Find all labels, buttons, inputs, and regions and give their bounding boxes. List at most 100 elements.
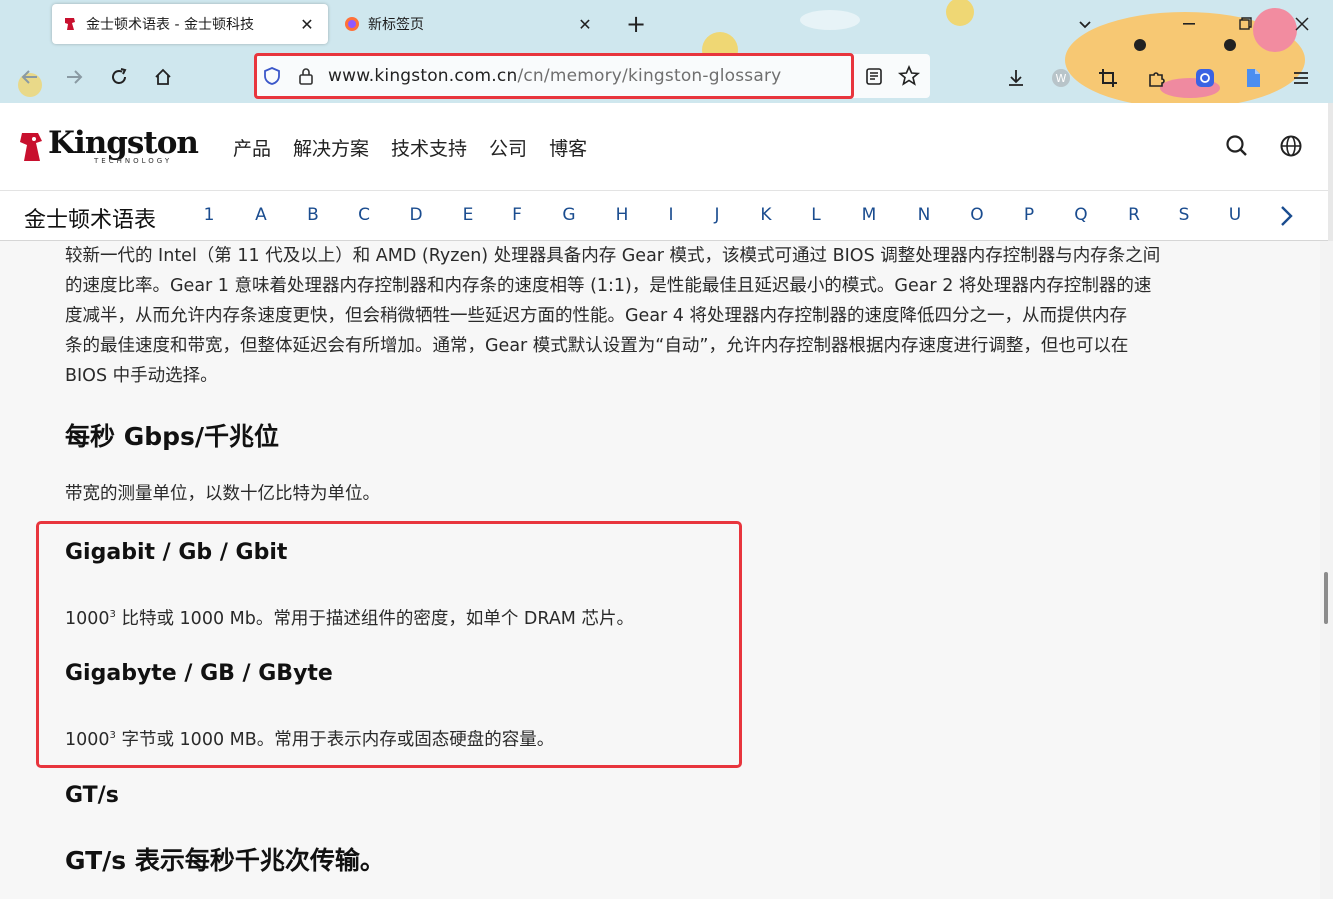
downloads-button[interactable] (1003, 65, 1029, 91)
home-button[interactable] (147, 61, 179, 93)
letter-link[interactable]: B (298, 205, 328, 225)
back-button[interactable] (14, 61, 46, 93)
letter-link[interactable]: H (607, 205, 637, 225)
download-icon (1009, 70, 1023, 86)
glossary-letter-bar: 金士顿术语表 1 A B C D E F G H I J K L M N O P… (0, 191, 1333, 241)
forward-button[interactable] (58, 61, 90, 93)
letter-link[interactable]: K (751, 205, 781, 225)
letter-link[interactable]: P (1014, 205, 1044, 225)
article-content: 较新一代的 Intel（第 11 代及以上）和 AMD (Ryzen) 处理器具… (0, 241, 1320, 899)
tab-title: 金士顿术语表 - 金士顿科技 (86, 17, 254, 33)
nav-item-support[interactable]: 技术支持 (391, 134, 467, 161)
main-nav: 产品 解决方案 技术支持 公司 博客 (233, 134, 587, 161)
tab-new-tab[interactable]: 新标签页 ✕ (334, 4, 606, 44)
reader-view-icon[interactable] (864, 66, 884, 86)
crop-icon (1099, 69, 1117, 87)
extension-w-button[interactable]: W (1048, 65, 1074, 91)
paragraph-line: 度减半，从而允许内存条速度更快，但会稍微牺牲一些延迟方面的性能。Gear 4 将… (65, 306, 1128, 326)
letter-link[interactable]: D (401, 205, 431, 225)
puzzle-icon (1149, 72, 1165, 87)
tab-kingston-glossary[interactable]: 金士顿术语表 - 金士顿科技 ✕ (52, 4, 328, 44)
close-icon[interactable]: ✕ (574, 13, 596, 35)
restore-button[interactable] (1230, 10, 1260, 38)
logo-subtext: TECHNOLOGY (94, 157, 173, 165)
reload-icon (112, 68, 127, 84)
minimize-icon (1183, 23, 1195, 25)
w-extension-icon: W (1052, 69, 1070, 87)
letter-link[interactable]: 1 (194, 205, 224, 225)
letter-link[interactable]: I (656, 205, 686, 225)
term-desc-gigabit: 10003 比特或 1000 Mb。常用于描述组件的密度，如单个 DRAM 芯片… (65, 600, 1265, 634)
term-heading-gigabit: Gigabit / Gb / Gbit (65, 540, 288, 565)
letter-link[interactable]: J (702, 205, 732, 225)
letter-link[interactable]: O (962, 205, 992, 225)
letter-link[interactable]: L (801, 205, 831, 225)
new-tab-button[interactable]: + (622, 10, 650, 38)
tab-title: 新标签页 (368, 17, 424, 33)
arrow-right-icon (67, 70, 83, 84)
nav-item-products[interactable]: 产品 (233, 134, 271, 161)
search-icon[interactable] (1224, 133, 1250, 159)
arrow-left-icon (21, 70, 37, 84)
firefox-icon (345, 17, 359, 31)
letter-link[interactable]: F (502, 205, 532, 225)
kingston-head-logo-icon (20, 133, 42, 161)
term-heading-gigabyte: Gigabyte / GB / GByte (65, 661, 333, 686)
letter-link[interactable]: S (1169, 205, 1199, 225)
letter-link[interactable]: Q (1066, 205, 1096, 225)
letter-link[interactable]: U (1220, 205, 1250, 225)
globe-icon[interactable] (1278, 133, 1304, 159)
close-icon[interactable]: ✕ (296, 13, 318, 35)
reload-button[interactable] (103, 61, 135, 93)
blue-extension-icon (1196, 69, 1214, 87)
scrollbar-thumb[interactable] (1324, 572, 1328, 624)
term-desc-gigabyte: 10003 字节或 1000 MB。常用于表示内存或固态硬盘的容量。 (65, 721, 1265, 755)
gigabyte-base: 1000 (65, 730, 110, 750)
letter-link[interactable]: G (554, 205, 584, 225)
kingston-logo[interactable]: Kingston TECHNOLOGY (18, 125, 199, 169)
gigabit-text: 比特或 1000 Mb。常用于描述组件的密度，如单个 DRAM 芯片。 (115, 609, 634, 629)
nav-item-company[interactable]: 公司 (489, 134, 527, 161)
nav-item-solutions[interactable]: 解决方案 (293, 134, 369, 161)
chevron-right-icon[interactable] (1274, 203, 1298, 229)
glossary-title: 金士顿术语表 (24, 208, 157, 233)
document-icon (1247, 69, 1260, 87)
letter-link[interactable]: M (854, 205, 884, 225)
term-heading-gts: GT/s (65, 783, 119, 808)
close-window-button[interactable] (1287, 10, 1317, 38)
kingston-favicon-icon (65, 18, 75, 30)
paragraph-line: 较新一代的 Intel（第 11 代及以上）和 AMD (Ryzen) 处理器具… (65, 246, 1161, 266)
term-desc-gts: GT/s 表示每秒千兆次传输。 (65, 846, 385, 875)
letter-link[interactable]: E (453, 205, 483, 225)
paragraph-line: 条的最佳速度和带宽，但整体延迟会有所增加。通常，Gear 模式默认设置为“自动”… (65, 336, 1129, 356)
close-icon (1295, 17, 1309, 31)
letter-link[interactable]: A (246, 205, 276, 225)
minimize-button[interactable] (1174, 10, 1204, 38)
scrollbar-track[interactable] (1320, 241, 1333, 899)
menu-button[interactable] (1288, 65, 1314, 91)
tab-list-button[interactable] (1070, 10, 1100, 38)
hamburger-menu-icon (1294, 72, 1308, 84)
home-icon (155, 68, 171, 85)
navigation-toolbar: www.kingston.com.cn/cn/memory/kingston-g… (0, 52, 1333, 102)
tab-strip: 金士顿术语表 - 金士顿科技 ✕ 新标签页 ✕ + (0, 0, 1333, 48)
screenshot-extension-button[interactable] (1192, 65, 1218, 91)
gear-mode-paragraph: 较新一代的 Intel（第 11 代及以上）和 AMD (Ryzen) 处理器具… (65, 241, 1265, 391)
term-desc-gbps: 带宽的测量单位，以数十亿比特为单位。 (65, 484, 380, 504)
gigabyte-text: 字节或 1000 MB。常用于表示内存或固态硬盘的容量。 (115, 730, 555, 750)
letter-link[interactable]: C (349, 205, 379, 225)
nav-item-blog[interactable]: 博客 (549, 134, 587, 161)
site-header: Kingston TECHNOLOGY 产品 解决方案 技术支持 公司 博客 (0, 103, 1333, 191)
crop-extension-button[interactable] (1095, 65, 1121, 91)
browser-chrome: 金士顿术语表 - 金士顿科技 ✕ 新标签页 ✕ + www.kingston.c… (0, 0, 1333, 103)
document-extension-button[interactable] (1240, 65, 1266, 91)
extensions-button[interactable] (1144, 65, 1170, 91)
letter-link[interactable]: N (909, 205, 939, 225)
bookmark-star-icon[interactable] (897, 64, 921, 88)
url-highlight-box (254, 53, 854, 99)
svg-text:W: W (1056, 72, 1067, 85)
page-edge (1328, 103, 1333, 241)
chevron-down-icon (1079, 21, 1091, 29)
paragraph-line: BIOS 中手动选择。 (65, 366, 218, 386)
letter-link[interactable]: R (1119, 205, 1149, 225)
